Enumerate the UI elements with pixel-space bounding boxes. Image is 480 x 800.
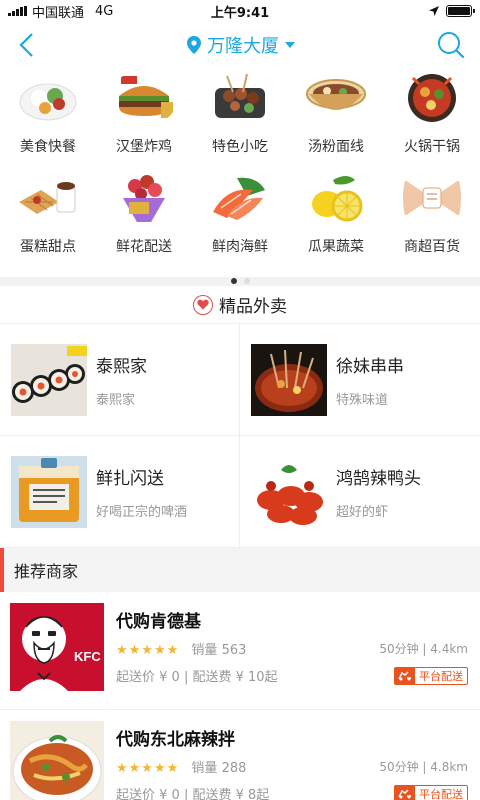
time-distance: 50分钟 | 4.4km (379, 642, 468, 656)
category-item[interactable]: 火锅干锅 (384, 72, 480, 172)
premium-desc: 特殊味道 (336, 392, 389, 408)
premium-item[interactable]: 鲜扎闪送 好喝正宗的啤酒 (0, 436, 240, 548)
fee-info: 起送价 ¥ 0 | 配送费 ¥ 8起 (116, 788, 270, 800)
chevron-left-icon (19, 33, 33, 57)
sushi-thumbnail (11, 343, 87, 416)
battery-icon (446, 5, 475, 17)
category-item[interactable]: 汉堡炸鸡 (96, 72, 192, 172)
search-button[interactable] (436, 30, 466, 60)
star-rating: ★★★★★ (116, 761, 180, 776)
delivery-icon (395, 667, 415, 684)
fee-info: 起送价 ¥ 0 | 配送费 ¥ 10起 (116, 670, 278, 685)
location-arrow-icon (429, 6, 439, 16)
premium-item[interactable]: 徐妹串串 特殊味道 (240, 324, 480, 436)
shop-name: 代购肯德基 (116, 612, 201, 632)
platform-delivery-badge: 平台配送 (394, 666, 468, 685)
star-rating: ★★★★★ (116, 643, 180, 658)
shop-card[interactable]: 代购东北麻辣拌 ★★★★★ 销量 288 50分钟 | 4.8km 起送价 ¥ … (0, 710, 480, 800)
category-label: 鲜肉海鲜 (212, 239, 268, 255)
category-item[interactable]: 瓜果蔬菜 (288, 172, 384, 272)
category-item[interactable]: 鲜花配送 (96, 172, 192, 272)
recommended-title: 推荐商家 (14, 562, 79, 581)
carrier-name: 中国联通 (32, 5, 85, 21)
location-selector[interactable]: 万隆大厦 (187, 32, 295, 58)
skewer-pot-icon (207, 72, 273, 124)
kfc-logo-text: KFC (74, 649, 101, 664)
time-distance: 50分钟 | 4.8km (379, 760, 468, 774)
sales-count: 288 (221, 761, 247, 776)
category-item[interactable]: 鲜肉海鲜 (192, 172, 288, 272)
category-label: 商超百货 (404, 239, 460, 255)
divider (0, 278, 480, 286)
top-nav: 万隆大厦 (0, 22, 480, 68)
noodle-bowl-icon (303, 72, 369, 124)
category-item[interactable]: 汤粉面线 (288, 72, 384, 172)
premium-name: 徐妹串串 (336, 356, 404, 377)
sales-label: 销量 (191, 761, 218, 776)
delivery-icon (395, 785, 415, 800)
back-button[interactable] (18, 31, 46, 59)
kfc-logo: KFC (10, 603, 104, 691)
premium-name: 泰熙家 (96, 356, 147, 377)
waffle-icon (15, 172, 81, 224)
premium-desc: 泰熙家 (96, 392, 136, 408)
shop-card[interactable]: KFC 代购肯德基 ★★★★★ 销量 563 50分钟 | 4.4km 起送价 … (0, 592, 480, 710)
salmon-icon (207, 172, 273, 224)
category-label: 蛋糕甜点 (20, 239, 76, 255)
category-item[interactable]: 特色小吃 (192, 72, 288, 172)
premium-desc: 超好的虾 (336, 504, 389, 520)
premium-item[interactable]: 鸿鹄辣鸭头 超好的虾 (240, 436, 480, 548)
signal-icon (8, 6, 27, 16)
category-label: 鲜花配送 (116, 239, 172, 255)
beer-thumbnail (11, 455, 87, 528)
sales-count: 563 (221, 643, 247, 658)
carousel-dot[interactable] (230, 278, 237, 284)
platform-delivery-badge: 平台配送 (394, 784, 468, 800)
status-bar: 中国联通 4G 上午9:41 (0, 0, 480, 22)
category-label: 美食快餐 (20, 139, 76, 155)
badge-label: 平台配送 (419, 669, 463, 683)
badge-label: 平台配送 (419, 787, 463, 800)
carousel-dot[interactable] (243, 278, 250, 284)
premium-desc: 好喝正宗的啤酒 (96, 504, 188, 520)
premium-section-header: 精品外卖 (0, 286, 480, 324)
category-label: 火锅干锅 (404, 139, 460, 155)
hotpot-icon (399, 72, 465, 124)
caret-down-icon (285, 42, 295, 48)
category-item[interactable]: 商超百货 (384, 172, 480, 272)
rice-bowl-icon (15, 72, 81, 124)
category-grid: 美食快餐 汉堡炸鸡 特色小吃 汤粉面线 火锅干锅 蛋糕甜点 鲜花配送 鲜肉海鲜 … (0, 68, 480, 284)
category-label: 特色小吃 (212, 139, 268, 155)
heart-icon (193, 294, 213, 315)
category-label: 瓜果蔬菜 (308, 239, 364, 255)
skewer-hotpot-thumbnail (251, 343, 327, 416)
premium-name: 鸿鹄辣鸭头 (336, 468, 421, 489)
shop-name: 代购东北麻辣拌 (116, 730, 235, 750)
lemon-icon (303, 172, 369, 224)
network-type: 4G (95, 3, 114, 19)
search-icon (438, 32, 465, 59)
map-pin-icon (187, 36, 201, 54)
category-item[interactable]: 美食快餐 (0, 72, 96, 172)
flower-bouquet-icon (111, 172, 177, 224)
recommended-section-header: 推荐商家 (0, 548, 480, 592)
premium-grid: 泰熙家 泰熙家 徐妹串串 特殊味道 鲜扎闪送 好喝正宗的啤酒 鸿鹄辣鸭头 超好的… (0, 324, 480, 548)
burger-icon (111, 72, 177, 124)
gift-bow-icon (399, 172, 465, 224)
premium-name: 鲜扎闪送 (96, 468, 164, 489)
crayfish-thumbnail (251, 455, 327, 528)
premium-title: 精品外卖 (219, 297, 287, 317)
category-item[interactable]: 蛋糕甜点 (0, 172, 96, 272)
premium-item[interactable]: 泰熙家 泰熙家 (0, 324, 240, 436)
location-name: 万隆大厦 (207, 36, 279, 57)
mala-dish-thumbnail (10, 721, 104, 800)
sales-label: 销量 (191, 643, 218, 658)
category-label: 汤粉面线 (308, 139, 364, 155)
category-label: 汉堡炸鸡 (116, 139, 172, 155)
